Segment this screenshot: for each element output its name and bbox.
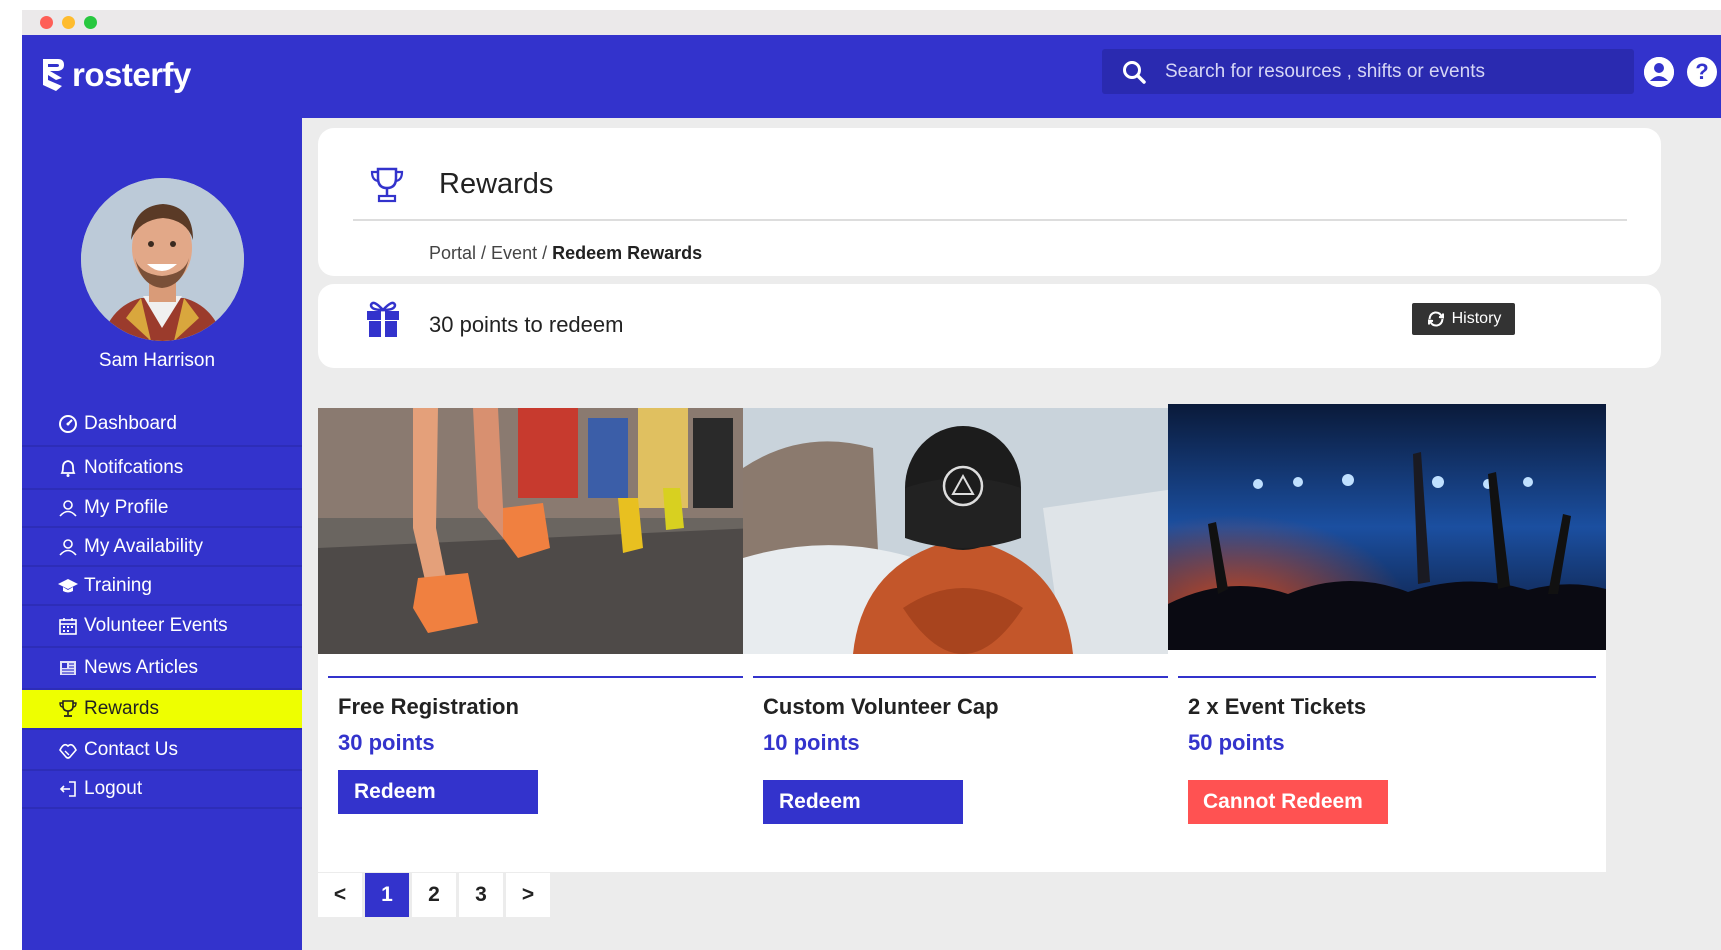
newspaper-icon <box>58 658 78 678</box>
user-circle-icon <box>1644 57 1674 87</box>
brand-logo[interactable]: rosterfy <box>40 53 191 97</box>
page-header-card: Rewards Portal / Event / Redeem Rewards <box>318 128 1661 276</box>
breadcrumb-current: Redeem Rewards <box>552 243 703 263</box>
search-input[interactable]: Search for resources , shifts or events <box>1165 61 1485 83</box>
sidebar-item-label: Volunteer Events <box>84 615 228 636</box>
page-title: Rewards <box>439 168 554 200</box>
concert-photo <box>1168 404 1606 650</box>
profile-photo <box>81 178 244 341</box>
header-divider <box>353 219 1627 221</box>
maximize-window-button[interactable] <box>84 16 97 29</box>
sidebar-item-label: Rewards <box>84 698 159 719</box>
sidebar-item-label: My Availability <box>84 535 203 557</box>
sidebar-item-logout[interactable]: Logout <box>22 771 302 809</box>
sidebar-item-dashboard[interactable]: Dashboard <box>22 403 302 447</box>
breadcrumb-portal[interactable]: Portal <box>429 243 476 263</box>
page-button[interactable]: 3 <box>459 873 503 917</box>
trophy-icon <box>58 699 78 719</box>
prev-page-button[interactable]: < <box>318 873 362 917</box>
help-button[interactable]: ? <box>1687 57 1717 87</box>
reward-card: Custom Volunteer Cap 10 points Redeem <box>743 408 1181 872</box>
reward-divider <box>753 676 1171 678</box>
trophy-icon <box>370 167 404 203</box>
handshake-icon <box>58 740 78 760</box>
reward-points: 30 points <box>338 730 435 755</box>
dashboard-icon <box>58 414 78 434</box>
history-label: History <box>1451 310 1502 327</box>
sidebar: Sam Harrison Dashboard Notifcations My P… <box>22 118 302 950</box>
points-summary-card: 30 points to redeem History <box>318 284 1661 368</box>
search-icon <box>1123 60 1146 84</box>
redeem-button[interactable]: Redeem <box>338 770 538 814</box>
history-button[interactable]: History <box>1412 303 1515 335</box>
sidebar-item-label: Contact Us <box>84 738 178 760</box>
sidebar-item-label: Notifcations <box>84 456 184 478</box>
sidebar-item-label: News Articles <box>84 657 199 678</box>
main-content: Rewards Portal / Event / Redeem Rewards … <box>302 118 1721 950</box>
rosterfy-logo-icon <box>43 59 64 91</box>
screen: rosterfy Search for resources , shifts o… <box>0 0 1721 950</box>
sidebar-item-label: Dashboard <box>84 413 177 434</box>
sidebar-item-volunteer-events[interactable]: Volunteer Events <box>22 606 302 648</box>
reward-points: 10 points <box>763 730 860 755</box>
account-button[interactable] <box>1644 57 1674 87</box>
reward-title: 2 x Event Tickets <box>1188 694 1367 719</box>
pagination: < 1 2 3 > <box>318 873 550 917</box>
sidebar-item-notifications[interactable]: Notifcations <box>22 447 302 490</box>
page-button[interactable]: 2 <box>412 873 456 917</box>
user-icon <box>58 537 78 557</box>
runners-photo <box>318 408 756 654</box>
close-window-button[interactable] <box>40 16 53 29</box>
redeem-button[interactable]: Redeem <box>763 780 963 824</box>
calendar-icon <box>58 616 78 636</box>
reward-card: 2 x Event Tickets 50 points Cannot Redee… <box>1168 404 1606 872</box>
sidebar-item-training[interactable]: Training <box>22 567 302 606</box>
points-balance: 30 points to redeem <box>429 312 624 337</box>
refresh-icon <box>1427 311 1444 327</box>
breadcrumb-separator: / <box>537 243 553 263</box>
minimize-window-button[interactable] <box>62 16 75 29</box>
next-page-button[interactable]: > <box>506 873 550 917</box>
page-button[interactable]: 1 <box>365 873 409 917</box>
brand-name: rosterfy <box>72 56 191 93</box>
sidebar-nav: Dashboard Notifcations My Profile My Ava… <box>22 403 302 809</box>
breadcrumb-separator: / <box>476 243 492 263</box>
reward-divider <box>1178 676 1596 678</box>
sidebar-item-label: Training <box>84 574 152 596</box>
reward-title: Free Registration <box>338 694 519 719</box>
reward-card: Free Registration 30 points Redeem <box>318 408 756 872</box>
sidebar-item-my-profile[interactable]: My Profile <box>22 490 302 528</box>
sidebar-item-contact-us[interactable]: Contact Us <box>22 730 302 771</box>
reward-divider <box>328 676 746 678</box>
cap-photo <box>743 408 1181 654</box>
sidebar-item-label: Logout <box>84 778 143 799</box>
logout-icon <box>58 779 78 799</box>
breadcrumb: Portal / Event / Redeem Rewards <box>429 243 702 264</box>
app-window: rosterfy Search for resources , shifts o… <box>22 10 1721 950</box>
sidebar-item-news-articles[interactable]: News Articles <box>22 648 302 690</box>
reward-title: Custom Volunteer Cap <box>763 694 999 719</box>
top-navbar: rosterfy Search for resources , shifts o… <box>22 35 1721 118</box>
sidebar-item-my-availability[interactable]: My Availability <box>22 528 302 567</box>
breadcrumb-event[interactable]: Event <box>491 243 537 263</box>
help-icon: ? <box>1695 59 1709 84</box>
cannot-redeem-button[interactable]: Cannot Redeem <box>1188 780 1388 824</box>
search-bar[interactable]: Search for resources , shifts or events <box>1102 49 1634 94</box>
gift-icon <box>367 301 399 337</box>
bell-icon <box>58 458 78 478</box>
sidebar-item-rewards[interactable]: Rewards <box>22 690 302 730</box>
user-icon <box>58 498 78 518</box>
reward-points: 50 points <box>1188 730 1285 755</box>
graduation-cap-icon <box>58 576 78 596</box>
avatar[interactable] <box>81 178 244 341</box>
sidebar-item-label: My Profile <box>84 497 169 518</box>
user-name: Sam Harrison <box>98 350 216 371</box>
window-titlebar <box>22 10 1721 35</box>
